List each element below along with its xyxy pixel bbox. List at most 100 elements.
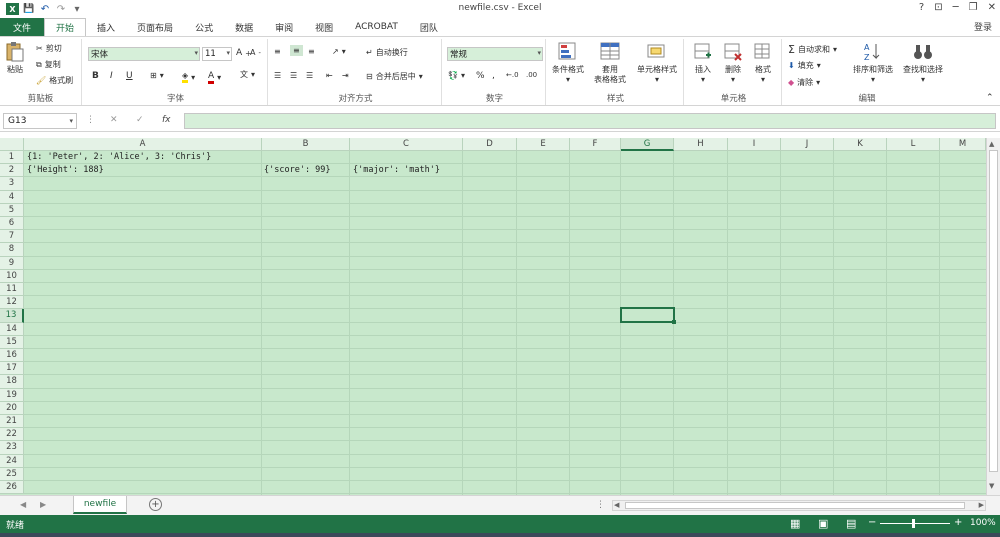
row-header-8[interactable]: 8 bbox=[0, 243, 24, 257]
insert-function-button[interactable]: fx bbox=[162, 115, 171, 125]
hscroll-divider-icon[interactable]: ⋮ bbox=[596, 500, 605, 510]
tab-home[interactable]: 开始 bbox=[44, 18, 87, 36]
hscroll-thumb[interactable] bbox=[625, 502, 965, 509]
font-color-button[interactable]: A ▾ bbox=[208, 71, 221, 84]
zoom-slider-thumb[interactable] bbox=[912, 519, 915, 528]
column-header-J[interactable]: J bbox=[781, 138, 834, 151]
tab-page-layout[interactable]: 页面布局 bbox=[126, 18, 184, 36]
tab-acrobat[interactable]: ACROBAT bbox=[344, 18, 409, 36]
scroll-up-icon[interactable]: ▲ bbox=[989, 140, 994, 148]
add-sheet-button[interactable]: + bbox=[149, 498, 162, 511]
cell-styles-button[interactable]: 单元格样式 ▾ bbox=[632, 41, 682, 85]
sort-filter-button[interactable]: AZ 排序和筛选 ▾ bbox=[850, 41, 896, 85]
phonetic-button[interactable]: 文 ▾ bbox=[240, 69, 255, 80]
row-header-15[interactable]: 15 bbox=[0, 335, 24, 349]
percent-button[interactable]: % bbox=[476, 71, 485, 81]
redo-icon[interactable]: ↷ bbox=[55, 3, 67, 15]
row-header-16[interactable]: 16 bbox=[0, 349, 24, 363]
paste-button[interactable]: 粘贴 bbox=[4, 41, 26, 75]
autosum-button[interactable]: Σ 自动求和 ▾ bbox=[788, 43, 837, 56]
increase-decimal-button[interactable]: ←.0 bbox=[506, 71, 519, 79]
zoom-in-button[interactable]: + bbox=[954, 517, 962, 528]
delete-cells-button[interactable]: 删除 ▾ bbox=[718, 41, 748, 85]
number-format-box[interactable]: 常规 ▾ bbox=[447, 47, 543, 61]
normal-view-icon[interactable]: ▦ bbox=[790, 517, 800, 530]
column-header-I[interactable]: I bbox=[728, 138, 781, 151]
row-header-20[interactable]: 20 bbox=[0, 401, 24, 415]
row-header-23[interactable]: 23 bbox=[0, 441, 24, 455]
close-button[interactable]: ✕ bbox=[988, 2, 996, 13]
merge-center-button[interactable]: ⊟ 合并后居中 ▾ bbox=[366, 71, 423, 82]
row-header-9[interactable]: 9 bbox=[0, 256, 24, 270]
page-break-view-icon[interactable]: ▤ bbox=[846, 517, 856, 530]
tab-formulas[interactable]: 公式 bbox=[184, 18, 224, 36]
column-header-C[interactable]: C bbox=[350, 138, 463, 151]
row-header-1[interactable]: 1 bbox=[0, 151, 24, 165]
tab-view[interactable]: 视图 bbox=[304, 18, 344, 36]
horizontal-scrollbar[interactable]: ◀ ▶ bbox=[612, 500, 986, 511]
clear-button[interactable]: ◆ 清除 ▾ bbox=[788, 77, 820, 88]
collapse-ribbon-button[interactable]: ⌃ bbox=[986, 93, 994, 103]
minimize-button[interactable]: ─ bbox=[953, 2, 959, 13]
format-painter-button[interactable]: 🖌 格式刷 bbox=[36, 75, 73, 86]
cell-C2[interactable]: {'major': 'math'} bbox=[351, 165, 440, 175]
scroll-thumb[interactable] bbox=[989, 150, 998, 472]
column-header-F[interactable]: F bbox=[570, 138, 621, 151]
scroll-left-icon[interactable]: ◀ bbox=[614, 501, 619, 509]
row-header-2[interactable]: 2 bbox=[0, 164, 24, 178]
row-header-19[interactable]: 19 bbox=[0, 388, 24, 402]
insert-cells-button[interactable]: 插入 ▾ bbox=[688, 41, 718, 85]
wrap-text-button[interactable]: ↵ 自动换行 bbox=[366, 47, 408, 58]
customize-qat-icon[interactable]: ▾ bbox=[71, 3, 83, 15]
italic-button[interactable]: I bbox=[110, 71, 113, 81]
column-header-M[interactable]: M bbox=[940, 138, 986, 151]
decrease-decimal-button[interactable]: .00 bbox=[526, 71, 537, 79]
font-size-box[interactable]: 11 ▾ bbox=[202, 47, 232, 61]
column-header-G[interactable]: G bbox=[621, 138, 674, 151]
align-center-button[interactable]: ☰ bbox=[290, 71, 297, 80]
align-left-button[interactable]: ☰ bbox=[274, 71, 281, 80]
tab-insert[interactable]: 插入 bbox=[86, 18, 126, 36]
accounting-format-button[interactable]: 💱 ▾ bbox=[448, 71, 465, 80]
worksheet-grid[interactable]: ABCDEFGHIJKLM 1 2 3 4 5 6 7 8 9 10 11 12 13 14 15 16 17 1… bbox=[0, 138, 986, 495]
column-header-D[interactable]: D bbox=[463, 138, 517, 151]
column-header-K[interactable]: K bbox=[834, 138, 887, 151]
name-box[interactable]: G13 ▾ bbox=[3, 113, 77, 129]
row-header-13[interactable]: 13 bbox=[0, 309, 24, 323]
underline-button[interactable]: U bbox=[126, 71, 133, 81]
column-header-A[interactable]: A bbox=[24, 138, 262, 151]
formula-input[interactable] bbox=[184, 113, 996, 129]
row-header-21[interactable]: 21 bbox=[0, 415, 24, 429]
select-all-corner[interactable] bbox=[0, 138, 24, 151]
help-button[interactable]: ? bbox=[919, 2, 924, 13]
column-header-H[interactable]: H bbox=[674, 138, 728, 151]
row-header-12[interactable]: 12 bbox=[0, 296, 24, 310]
row-header-4[interactable]: 4 bbox=[0, 190, 24, 204]
conditional-format-button[interactable]: 条件格式 ▾ bbox=[548, 41, 588, 85]
row-header-5[interactable]: 5 bbox=[0, 203, 24, 217]
sign-in-link[interactable]: 登录 bbox=[974, 20, 992, 33]
zoom-slider[interactable] bbox=[880, 523, 950, 524]
comma-button[interactable]: , bbox=[492, 71, 495, 81]
find-select-button[interactable]: 查找和选择 ▾ bbox=[898, 41, 948, 85]
sheet-tab-newfile[interactable]: newfile bbox=[73, 496, 127, 514]
column-header-B[interactable]: B bbox=[262, 138, 350, 151]
save-icon[interactable]: 💾 bbox=[23, 3, 35, 15]
font-name-box[interactable]: 宋体 ▾ bbox=[88, 47, 200, 61]
column-header-E[interactable]: E bbox=[517, 138, 570, 151]
row-header-14[interactable]: 14 bbox=[0, 322, 24, 336]
shrink-font-button[interactable]: A- bbox=[250, 48, 261, 57]
fill-button[interactable]: ⬇ 填充 ▾ bbox=[788, 60, 821, 71]
row-header-26[interactable]: 26 bbox=[0, 481, 24, 495]
undo-icon[interactable]: ↶ bbox=[39, 3, 51, 15]
tab-file[interactable]: 文件 bbox=[0, 18, 45, 36]
fill-color-button[interactable]: ◈ ▾ bbox=[182, 71, 195, 83]
cancel-formula-button[interactable]: ✕ bbox=[110, 115, 118, 125]
cut-button[interactable]: ✂ 剪切 bbox=[36, 43, 62, 54]
cell-A1[interactable]: {1: 'Peter', 2: 'Alice', 3: 'Chris'} bbox=[25, 152, 211, 162]
increase-indent-button[interactable]: ⇥ bbox=[342, 71, 349, 80]
tab-team[interactable]: 团队 bbox=[409, 18, 449, 36]
row-header-10[interactable]: 10 bbox=[0, 269, 24, 283]
align-bottom-button[interactable]: ≡ bbox=[308, 47, 315, 56]
tab-review[interactable]: 审阅 bbox=[264, 18, 304, 36]
